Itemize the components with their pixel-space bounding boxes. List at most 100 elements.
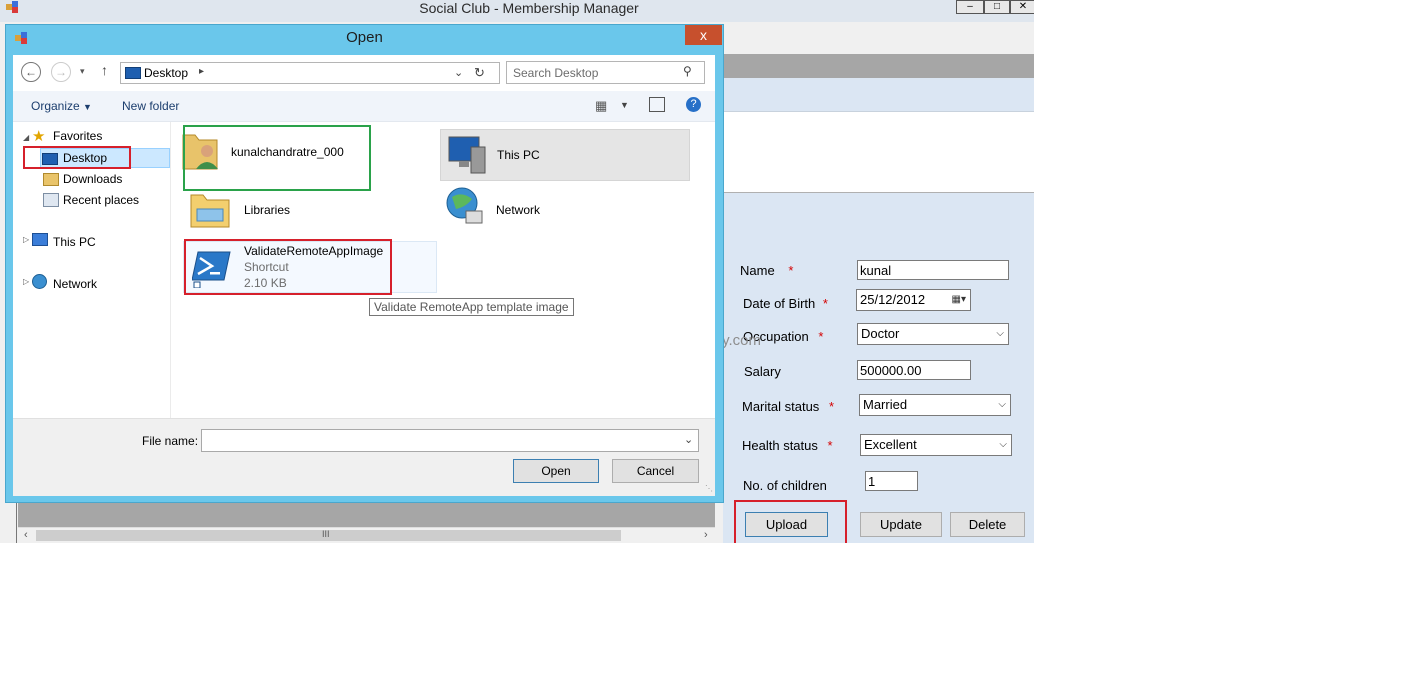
grid-footer xyxy=(18,502,715,527)
refresh-icon[interactable]: ↻ xyxy=(474,65,485,81)
children-input[interactable]: 1 xyxy=(865,471,918,491)
scroll-thumb[interactable]: III xyxy=(36,529,621,541)
horizontal-scrollbar[interactable]: ‹ III › xyxy=(18,527,715,543)
address-text: Desktop xyxy=(144,66,189,80)
user-folder-highlight xyxy=(183,125,371,191)
list-item[interactable]: This PC xyxy=(440,129,690,181)
resize-grip-icon[interactable]: ⋱ xyxy=(705,484,713,493)
menu-strip xyxy=(723,22,1034,54)
cancel-button[interactable]: Cancel xyxy=(612,459,699,483)
desktop-highlight xyxy=(23,146,131,169)
name-label: Name * xyxy=(740,263,794,278)
health-status-select[interactable]: Excellent ⌵ xyxy=(860,434,1012,456)
required-mark: * xyxy=(822,296,828,311)
required-mark: * xyxy=(827,438,833,453)
dialog-title: Open xyxy=(346,29,383,46)
chevron-down-icon: ⌵ xyxy=(996,328,1004,339)
calendar-dropdown-icon[interactable]: ▦▾ xyxy=(952,290,966,310)
shortcut-highlight xyxy=(184,239,392,295)
nav-network[interactable]: Network xyxy=(53,277,97,291)
minimize-button[interactable]: – xyxy=(956,0,984,14)
computer-icon xyxy=(448,136,486,174)
desktop-icon xyxy=(125,67,141,79)
close-main-button[interactable]: ✕ xyxy=(1010,0,1034,14)
maximize-button[interactable]: □ xyxy=(984,0,1010,14)
main-window-title: Social Club - Membership Manager xyxy=(419,0,639,16)
preview-pane-icon[interactable] xyxy=(649,97,665,112)
header-strip xyxy=(723,78,1034,112)
salary-label: Salary xyxy=(744,364,781,379)
left-edge xyxy=(8,502,17,543)
marital-status-value: Married xyxy=(863,397,908,412)
search-box[interactable]: Search Desktop ⚲ xyxy=(506,61,705,84)
open-button[interactable]: Open xyxy=(513,459,599,483)
marital-status-label: Marital status * xyxy=(742,399,834,414)
computer-icon xyxy=(32,233,48,246)
dialog-footer: File name: ⌄ Open Cancel ⋱ xyxy=(13,418,715,496)
toolbar-strip xyxy=(723,54,1034,78)
address-bar[interactable]: Desktop ▸ ⌄ ↻ xyxy=(120,62,500,84)
organize-label: Organize xyxy=(31,99,80,113)
expand-network-icon[interactable]: ▷ xyxy=(23,277,29,286)
help-icon[interactable]: ? xyxy=(686,97,701,112)
view-dropdown-icon[interactable]: ▼ xyxy=(620,100,629,110)
upload-button[interactable]: Upload xyxy=(745,512,828,537)
expand-this-pc-icon[interactable]: ▷ xyxy=(23,235,29,244)
this-pc-name: This PC xyxy=(497,148,540,162)
dialog-close-button[interactable]: x xyxy=(685,25,722,45)
required-mark: * xyxy=(828,399,834,414)
file-list: kunalchandratre_000 This PC Libraries Ne… xyxy=(171,122,715,418)
search-icon[interactable]: ⚲ xyxy=(683,64,692,78)
chevron-down-icon: ⌵ xyxy=(998,399,1006,410)
file-name-label: File name: xyxy=(142,434,199,448)
name-input[interactable]: kunal xyxy=(857,260,1009,280)
search-placeholder: Search Desktop xyxy=(513,66,599,80)
dob-label: Date of Birth * xyxy=(743,296,828,311)
organize-button[interactable]: Organize ▼ xyxy=(31,99,92,113)
expand-favorites-icon[interactable]: ◢ xyxy=(23,133,29,142)
health-status-value: Excellent xyxy=(864,437,917,452)
up-icon[interactable]: ↑ xyxy=(101,62,108,78)
occupation-value: Doctor xyxy=(861,326,900,341)
back-icon[interactable]: ← xyxy=(21,62,41,82)
downloads-folder-icon xyxy=(43,173,59,186)
list-item[interactable]: Network xyxy=(440,185,690,235)
network-name: Network xyxy=(496,203,541,217)
view-options-icon[interactable]: ▦ xyxy=(595,98,607,114)
navigation-row: ← → ▾ ↑ Desktop ▸ ⌄ ↻ Search Desktop ⚲ xyxy=(13,55,715,91)
chevron-down-icon: ▼ xyxy=(83,102,92,112)
address-dropdown-icon[interactable]: ⌄ xyxy=(454,66,463,79)
delete-button[interactable]: Delete xyxy=(950,512,1025,537)
occupation-select[interactable]: Doctor ⌵ xyxy=(857,323,1009,345)
chevron-down-icon[interactable]: ⌄ xyxy=(684,433,693,446)
chevron-down-icon: ⌵ xyxy=(999,439,1007,450)
list-item[interactable]: Libraries xyxy=(183,185,369,235)
scroll-right-icon[interactable]: › xyxy=(704,529,708,541)
nav-recent-places[interactable]: Recent places xyxy=(63,193,139,207)
libraries-icon xyxy=(190,194,230,228)
marital-status-select[interactable]: Married ⌵ xyxy=(859,394,1011,416)
new-folder-button[interactable]: New folder xyxy=(122,99,179,113)
grid-area xyxy=(723,112,1034,193)
required-mark: * xyxy=(788,263,794,278)
scroll-left-icon[interactable]: ‹ xyxy=(24,529,28,541)
recent-locations-icon[interactable]: ▾ xyxy=(80,66,85,77)
breadcrumb-arrow-icon[interactable]: ▸ xyxy=(199,66,204,77)
nav-downloads[interactable]: Downloads xyxy=(63,172,122,186)
navigation-pane: ◢ ★ Favorites Desktop Downloads Recent p… xyxy=(13,122,171,418)
network-icon xyxy=(446,187,483,224)
file-name-input[interactable]: ⌄ xyxy=(201,429,699,452)
command-bar: Organize ▼ New folder ▦ ▼ ? xyxy=(13,91,715,122)
salary-input[interactable]: 500000.00 xyxy=(857,360,971,380)
dob-datepicker[interactable]: 25/12/2012 ▦▾ xyxy=(856,289,971,311)
dialog-body: ← → ▾ ↑ Desktop ▸ ⌄ ↻ Search Desktop ⚲ O… xyxy=(13,55,715,496)
required-mark: * xyxy=(818,329,824,344)
nav-favorites[interactable]: Favorites xyxy=(53,129,102,143)
children-label: No. of children xyxy=(743,478,827,493)
forward-icon[interactable]: → xyxy=(51,62,71,82)
nav-this-pc[interactable]: This PC xyxy=(53,235,96,249)
star-icon: ★ xyxy=(32,128,46,145)
update-button[interactable]: Update xyxy=(860,512,942,537)
recent-places-icon xyxy=(43,193,59,207)
dob-value: 25/12/2012 xyxy=(860,292,926,307)
